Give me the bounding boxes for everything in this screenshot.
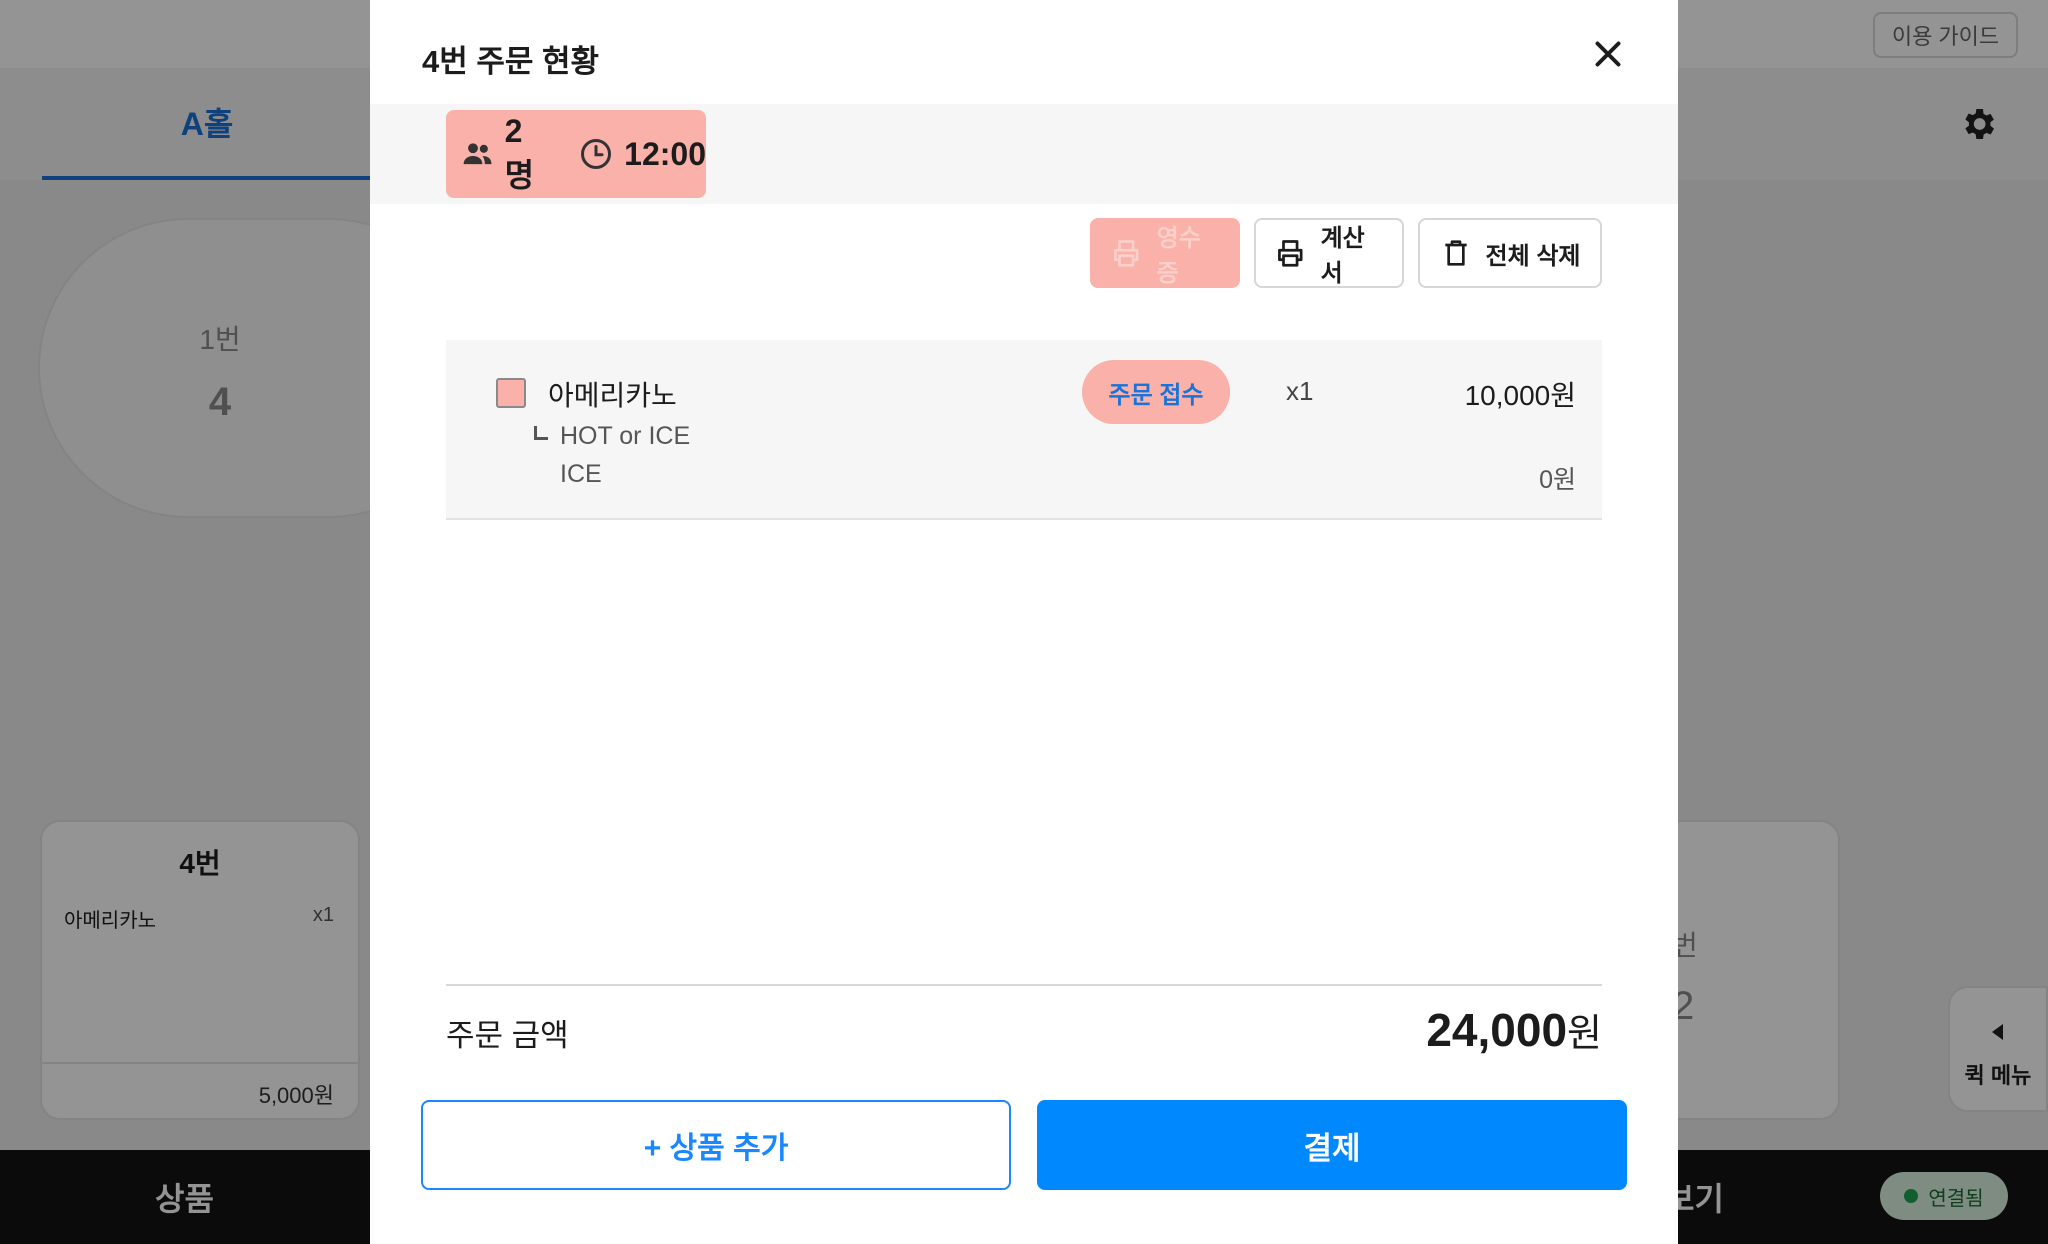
order-time: 12:00 <box>624 135 706 172</box>
order-info-pill: 2명 12:00 <box>446 110 706 198</box>
invoice-label: 계산서 <box>1320 225 1365 287</box>
item-price: 10,000원 <box>1464 380 1576 411</box>
divider <box>446 984 1602 986</box>
option-name: HOT or ICE <box>560 422 691 450</box>
option-price: 0원 <box>1539 466 1576 494</box>
delete-all-label: 전체 삭제 <box>1485 242 1581 270</box>
add-product-button[interactable]: + 상품 추가 <box>421 1100 1011 1190</box>
trash-icon <box>1444 240 1467 266</box>
item-checkbox[interactable] <box>496 378 526 408</box>
item-name: 아메리카노 <box>548 380 677 411</box>
clock-icon <box>581 139 612 169</box>
option-value: ICE <box>560 460 602 488</box>
action-buttons: 영수증 계산서 전체 삭제 <box>1090 218 1602 288</box>
printer-icon <box>1278 240 1303 267</box>
pay-button[interactable]: 결제 <box>1037 1100 1627 1190</box>
total-unit: 원 <box>1567 1013 1602 1055</box>
close-icon[interactable] <box>1590 36 1626 72</box>
guest-count: 2명 <box>504 112 535 193</box>
modal-title: 4번 주문 현황 <box>422 44 600 79</box>
total-number: 24,000 <box>1426 1004 1568 1056</box>
people-icon <box>463 143 492 165</box>
receipt-label: 영수증 <box>1156 225 1201 287</box>
item-quantity: x1 <box>1286 376 1314 406</box>
invoice-button[interactable]: 계산서 <box>1254 218 1404 288</box>
order-item-row: 아메리카노 주문 접수 x1 10,000원 HOT or ICE ICE 0원 <box>446 340 1602 520</box>
total-amount: 24,000원 <box>1426 1002 1602 1057</box>
total-label: 주문 금액 <box>446 1018 569 1053</box>
printer-icon <box>1114 240 1139 267</box>
order-status-modal: 4번 주문 현황 2명 12:00 영수증 계산서 전체 삭제 아메리카노 주문… <box>370 0 1678 1244</box>
order-info-band: 2명 12:00 <box>370 104 1678 204</box>
order-status-badge[interactable]: 주문 접수 <box>1082 360 1230 424</box>
receipt-button[interactable]: 영수증 <box>1090 218 1240 288</box>
option-branch-icon <box>534 426 548 440</box>
delete-all-button[interactable]: 전체 삭제 <box>1418 218 1602 288</box>
